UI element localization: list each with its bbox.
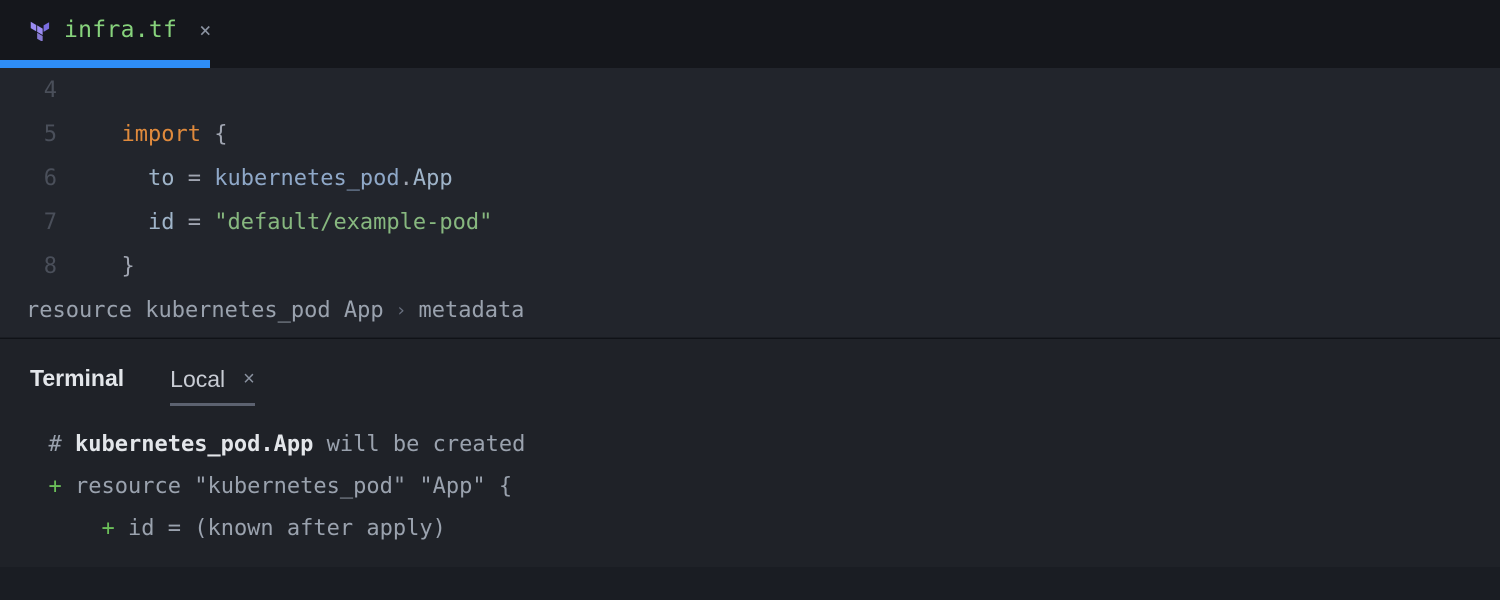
line-number: 7 bbox=[0, 210, 95, 235]
terminal-tab-label: Local bbox=[170, 366, 225, 393]
close-icon[interactable]: × bbox=[243, 368, 255, 391]
file-tab-infra[interactable]: infra.tf × bbox=[0, 0, 233, 60]
line-number: 4 bbox=[0, 78, 95, 103]
breadcrumb-segment[interactable]: metadata bbox=[418, 298, 524, 323]
tab-progress-bar bbox=[0, 60, 210, 68]
terminal-output[interactable]: # kubernetes_pod.App will be created + r… bbox=[0, 406, 1500, 567]
terminal-line: # kubernetes_pod.App will be created bbox=[22, 424, 1478, 466]
file-tab-label: infra.tf bbox=[64, 17, 177, 43]
tab-progress-track bbox=[0, 60, 1500, 68]
code-line[interactable]: 6 to = kubernetes_pod.App bbox=[0, 156, 1500, 200]
code-line[interactable]: 7 id = "default/example-pod" bbox=[0, 200, 1500, 244]
code-line[interactable]: 5 import { bbox=[0, 112, 1500, 156]
code-line[interactable]: 4 bbox=[0, 68, 1500, 112]
terminal-panel-title[interactable]: Terminal bbox=[30, 365, 124, 406]
close-icon[interactable]: × bbox=[199, 18, 211, 42]
line-number: 8 bbox=[0, 254, 95, 279]
terraform-icon bbox=[28, 19, 50, 41]
code-content[interactable]: id = "default/example-pod" bbox=[95, 210, 492, 235]
terminal-line: + id = (known after apply) bbox=[22, 508, 1478, 550]
breadcrumb[interactable]: resource kubernetes_pod App › metadata bbox=[0, 288, 1500, 338]
code-line[interactable]: 8 } bbox=[0, 244, 1500, 288]
terminal-panel-header: Terminal Local × bbox=[0, 338, 1500, 406]
breadcrumb-segment[interactable]: resource kubernetes_pod App bbox=[26, 298, 384, 323]
code-content[interactable]: import { bbox=[95, 122, 227, 147]
code-content[interactable]: } bbox=[95, 254, 135, 279]
line-number: 6 bbox=[0, 166, 95, 191]
code-editor[interactable]: 45 import {6 to = kubernetes_pod.App7 id… bbox=[0, 68, 1500, 288]
code-content[interactable]: to = kubernetes_pod.App bbox=[95, 166, 453, 191]
terminal-tab-local[interactable]: Local × bbox=[170, 366, 255, 406]
terminal-line: + resource "kubernetes_pod" "App" { bbox=[22, 466, 1478, 508]
line-number: 5 bbox=[0, 122, 95, 147]
chevron-right-icon: › bbox=[396, 300, 407, 321]
editor-tabstrip: infra.tf × bbox=[0, 0, 1500, 60]
